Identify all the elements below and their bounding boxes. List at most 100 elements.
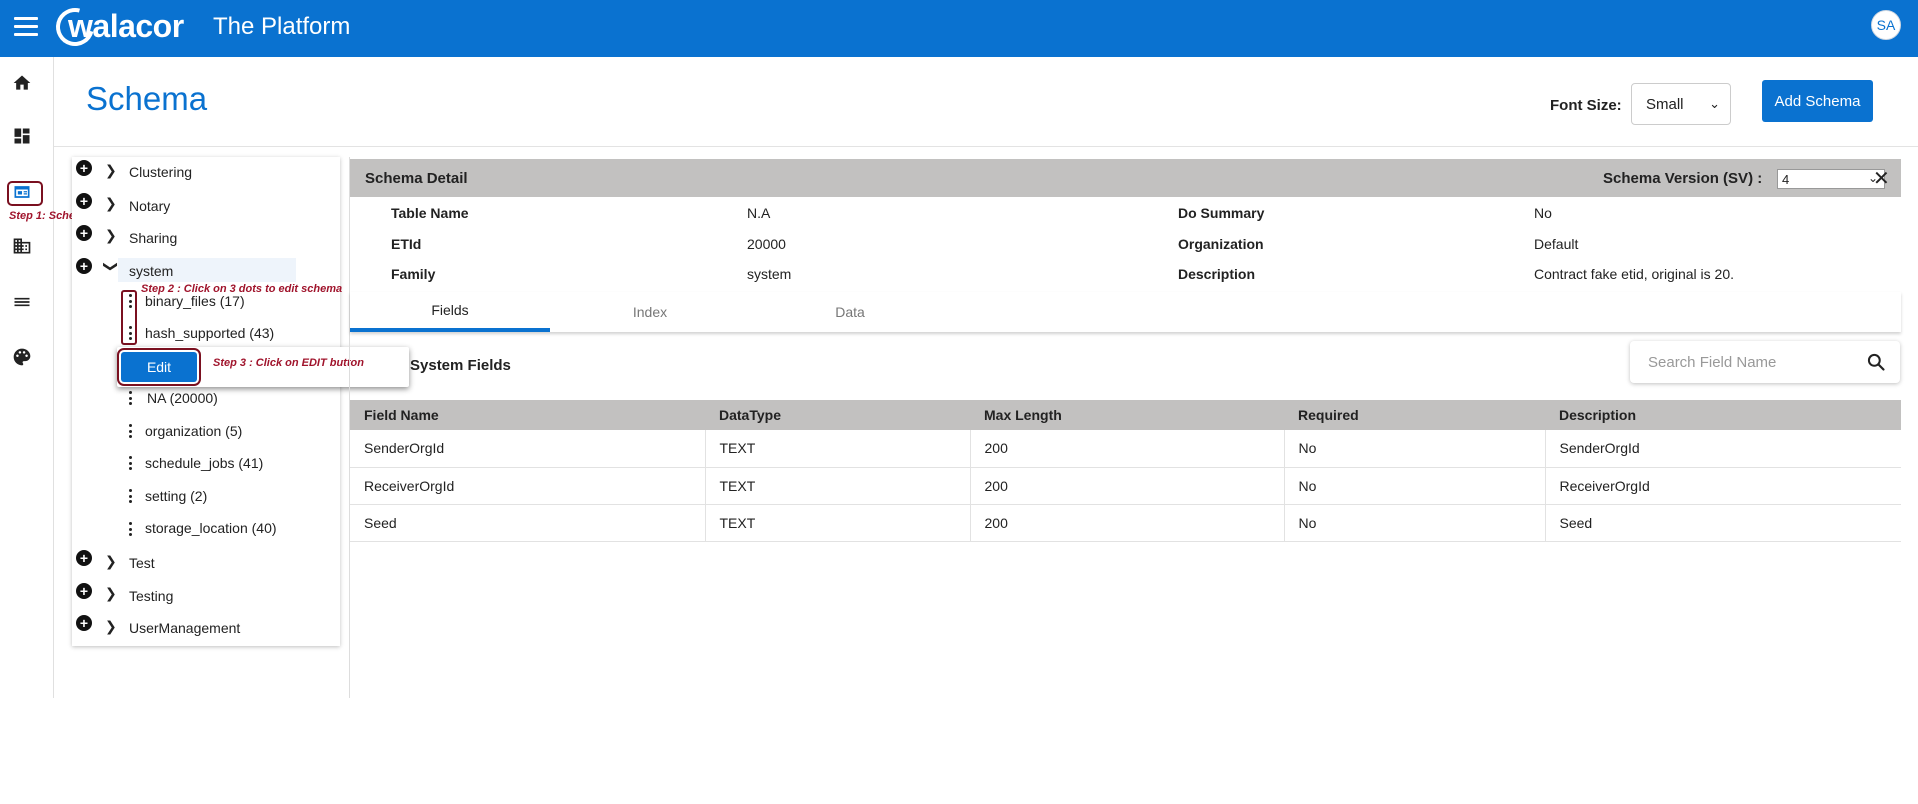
tree-item-schedule-jobs[interactable]: schedule_jobs (41) — [145, 455, 263, 471]
dashboard-icon[interactable] — [11, 125, 33, 147]
table-cell: 200 — [970, 504, 1285, 542]
chevron-right-icon[interactable]: ❯ — [105, 585, 117, 602]
user-avatar[interactable]: SA — [1871, 10, 1901, 40]
chevron-right-icon[interactable]: ❯ — [105, 162, 117, 179]
organization-label: Organization — [1178, 236, 1264, 252]
table-cell: TEXT — [705, 504, 971, 542]
table-cell: Seed — [1545, 504, 1901, 542]
table-row[interactable]: ReceiverOrgId TEXT 200 No ReceiverOrgId — [350, 467, 1901, 505]
description-value: Contract fake etid, original is 20. — [1534, 266, 1734, 282]
table-name-value: N.A — [747, 205, 771, 221]
chevron-right-icon[interactable]: ❯ — [105, 195, 117, 212]
schema-version-select[interactable]: 4 ⌄ — [1777, 169, 1885, 189]
tree-group-notary[interactable]: Notary — [129, 198, 170, 214]
more-options-icon[interactable] — [129, 522, 133, 536]
tree-group-test[interactable]: Test — [129, 555, 155, 571]
side-nav — [0, 57, 54, 698]
add-icon[interactable]: + — [76, 615, 92, 631]
schema-version-label: Schema Version (SV) : — [1603, 169, 1763, 187]
add-icon[interactable]: + — [76, 550, 92, 566]
tree-group-sharing[interactable]: Sharing — [129, 230, 177, 246]
tab-index[interactable]: Index — [550, 292, 750, 332]
table-cell: 200 — [970, 467, 1285, 505]
tree-item-hash-supported[interactable]: hash_supported (43) — [145, 325, 274, 341]
search-field[interactable] — [1630, 341, 1900, 383]
column-header[interactable]: Description — [1545, 400, 1901, 430]
add-icon[interactable]: + — [76, 583, 92, 599]
menu-icon[interactable] — [14, 17, 38, 37]
table-row[interactable]: Seed TEXT 200 No Seed — [350, 504, 1901, 542]
search-icon[interactable] — [1866, 352, 1886, 372]
edit-button[interactable]: Edit — [117, 348, 201, 386]
more-options-icon[interactable] — [129, 424, 133, 438]
more-options-icon[interactable] — [129, 391, 133, 405]
step3-annotation: Step 3 : Click on EDIT button — [213, 357, 364, 369]
etid-value: 20000 — [747, 236, 786, 252]
tree-item-storage-location[interactable]: storage_location (40) — [145, 520, 277, 536]
step2-highlight — [121, 290, 137, 345]
font-size-select[interactable]: Small ⌄ — [1631, 83, 1731, 125]
column-header[interactable]: DataType — [705, 400, 970, 430]
list-icon[interactable] — [11, 291, 33, 313]
column-header[interactable]: Field Name — [350, 400, 705, 430]
tree-group-usermanagement[interactable]: UserManagement — [129, 620, 240, 636]
close-icon[interactable]: ✕ — [1873, 166, 1890, 191]
add-icon[interactable]: + — [76, 225, 92, 241]
chevron-down-icon[interactable]: ❯ — [102, 261, 119, 273]
chevron-right-icon[interactable]: ❯ — [105, 618, 117, 635]
more-options-icon[interactable] — [129, 456, 133, 470]
description-label: Description — [1178, 266, 1256, 282]
brand-logo[interactable]: walacor — [49, 1, 184, 53]
palette-icon[interactable] — [11, 346, 33, 368]
tree-item-setting[interactable]: setting (2) — [145, 488, 207, 504]
do-summary-value: No — [1534, 205, 1552, 221]
add-icon[interactable]: + — [76, 160, 92, 176]
add-icon[interactable]: + — [76, 193, 92, 209]
table-cell: No — [1284, 504, 1546, 542]
table-cell: TEXT — [705, 430, 971, 468]
home-icon[interactable] — [11, 72, 33, 94]
add-icon[interactable]: + — [76, 258, 92, 274]
table-name-label: Table Name — [391, 205, 469, 221]
tree-group-system[interactable]: system — [129, 263, 173, 279]
do-summary-label: Do Summary — [1178, 205, 1265, 221]
add-schema-button[interactable]: Add Schema — [1762, 80, 1873, 122]
table-row[interactable]: SenderOrgId TEXT 200 No SenderOrgId — [350, 430, 1901, 468]
tree-item-organization[interactable]: organization (5) — [145, 423, 242, 439]
column-header[interactable]: Required — [1284, 400, 1545, 430]
tab-data[interactable]: Data — [750, 292, 950, 332]
family-label: Family — [391, 266, 436, 282]
schema-detail-panel: Schema Detail Schema Version (SV) : 4 ⌄ … — [349, 157, 1901, 698]
family-value: system — [747, 266, 792, 282]
table-cell: ReceiverOrgId — [350, 467, 706, 505]
section-title: System Fields — [410, 357, 511, 374]
table-cell: No — [1284, 467, 1546, 505]
tree-group-testing[interactable]: Testing — [129, 588, 173, 604]
font-size-label: Font Size: — [1550, 97, 1622, 114]
table-cell: 200 — [970, 430, 1285, 468]
tree-group-clustering[interactable]: Clustering — [129, 164, 192, 180]
tree-item-na[interactable]: NA (20000) — [147, 390, 218, 406]
tab-fields[interactable]: Fields — [350, 292, 550, 332]
chevron-right-icon[interactable]: ❯ — [105, 553, 117, 570]
search-input[interactable] — [1648, 351, 1848, 373]
more-options-icon[interactable] — [129, 489, 133, 503]
chevron-down-icon: ⌄ — [1709, 96, 1720, 111]
table-cell: TEXT — [705, 467, 971, 505]
page-title: Schema — [86, 80, 208, 117]
step2-annotation: Step 2 : Click on 3 dots to edit schema — [141, 283, 343, 295]
detail-tabs: Fields Index Data — [350, 292, 1901, 332]
column-header[interactable]: Max Length — [970, 400, 1284, 430]
table-cell: ReceiverOrgId — [1545, 467, 1901, 505]
top-app-bar: walacor The Platform SA — [0, 0, 1918, 57]
schema-version-value: 4 — [1782, 171, 1790, 187]
schema-detail-header: Schema Detail Schema Version (SV) : 4 ⌄ … — [350, 159, 1901, 197]
organization-icon[interactable] — [11, 235, 33, 257]
tree-item-binary-files[interactable]: binary_files (17) — [145, 293, 245, 309]
font-size-value: Small — [1646, 95, 1684, 113]
table-cell: No — [1284, 430, 1546, 468]
chevron-right-icon[interactable]: ❯ — [105, 227, 117, 244]
step1-highlight — [7, 181, 43, 206]
table-header-row: Field Name DataType Max Length Required … — [350, 400, 1901, 430]
fields-table: Field Name DataType Max Length Required … — [350, 400, 1901, 542]
